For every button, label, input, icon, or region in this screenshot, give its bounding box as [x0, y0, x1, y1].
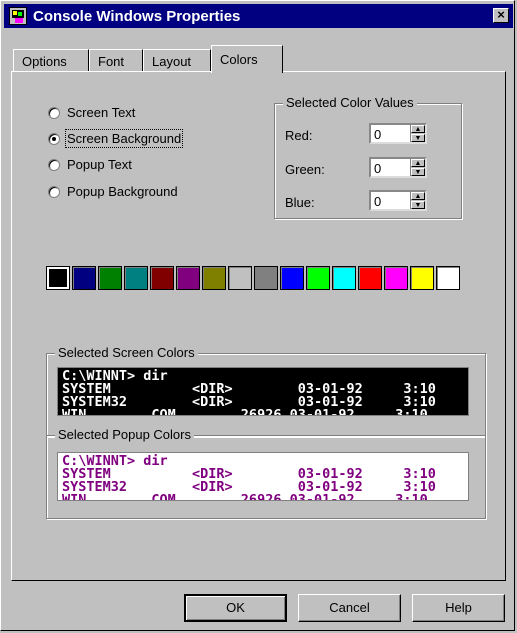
tab-font[interactable]: Font: [89, 49, 143, 71]
cancel-button[interactable]: Cancel: [298, 594, 401, 622]
radio-label: Popup Background: [67, 184, 178, 199]
radio-screen-text[interactable]: Screen Text: [48, 105, 135, 120]
spin-down-arrow-icon[interactable]: ▼: [411, 201, 425, 209]
color-palette: [46, 266, 462, 290]
red-label: Red:: [285, 128, 313, 143]
color-swatch[interactable]: [410, 266, 434, 290]
tab-label: Layout: [152, 54, 192, 69]
tab-label: Font: [98, 54, 125, 69]
help-button[interactable]: Help: [412, 594, 505, 622]
color-swatch[interactable]: [436, 266, 460, 290]
radio-label: Popup Text: [67, 157, 132, 172]
ok-button[interactable]: OK: [184, 594, 287, 622]
color-swatch[interactable]: [358, 266, 382, 290]
group-title: Selected Screen Colors: [55, 345, 198, 360]
green-label: Green:: [285, 162, 325, 177]
radio-indicator[interactable]: [48, 106, 60, 119]
color-swatch[interactable]: [98, 266, 122, 290]
blue-value[interactable]: 0: [374, 194, 381, 209]
tab-label: Options: [22, 54, 67, 69]
blue-label: Blue:: [285, 195, 315, 210]
radio-indicator[interactable]: [48, 185, 60, 198]
popup-colors-preview: C:\WINNT> dir SYSTEM <DIR> 03-01-92 3:10…: [57, 452, 469, 501]
red-spinner[interactable]: 0 ▲ ▼: [369, 123, 427, 144]
radio-label: Screen Background: [64, 129, 184, 148]
color-swatch[interactable]: [124, 266, 148, 290]
close-button[interactable]: ×: [493, 8, 509, 23]
color-swatch[interactable]: [280, 266, 304, 290]
radio-label: Screen Text: [67, 105, 136, 120]
radio-indicator[interactable]: [48, 158, 60, 171]
tab-colors[interactable]: Colors: [211, 45, 283, 73]
color-swatch[interactable]: [202, 266, 226, 290]
color-swatch[interactable]: [306, 266, 330, 290]
spin-down-arrow-icon[interactable]: ▼: [411, 134, 425, 142]
green-spinner[interactable]: 0 ▲ ▼: [369, 157, 427, 178]
color-swatch[interactable]: [46, 266, 70, 290]
radio-popup-text[interactable]: Popup Text: [48, 157, 132, 172]
console-app-icon: [9, 7, 27, 25]
color-swatch[interactable]: [176, 266, 200, 290]
group-title: Selected Popup Colors: [55, 427, 194, 442]
spin-down-arrow-icon[interactable]: ▼: [411, 168, 425, 176]
group-title: Selected Color Values: [283, 95, 417, 110]
screen-colors-preview: C:\WINNT> dir SYSTEM <DIR> 03-01-92 3:10…: [57, 367, 469, 416]
radio-screen-background[interactable]: Screen Background: [48, 129, 184, 148]
color-swatch[interactable]: [254, 266, 278, 290]
color-swatch[interactable]: [72, 266, 96, 290]
green-value[interactable]: 0: [374, 161, 381, 176]
spin-up-arrow-icon[interactable]: ▲: [411, 159, 425, 167]
color-swatch[interactable]: [228, 266, 252, 290]
color-swatch[interactable]: [150, 266, 174, 290]
tab-label: Colors: [220, 52, 258, 67]
tab-options[interactable]: Options: [13, 49, 89, 71]
blue-spinner[interactable]: 0 ▲ ▼: [369, 190, 427, 211]
spin-up-arrow-icon[interactable]: ▲: [411, 192, 425, 200]
window-title: Console Windows Properties: [33, 7, 241, 25]
spin-up-arrow-icon[interactable]: ▲: [411, 125, 425, 133]
close-icon: ×: [497, 7, 505, 22]
color-swatch[interactable]: [384, 266, 408, 290]
title-bar[interactable]: Console Windows Properties ×: [4, 4, 513, 28]
radio-indicator[interactable]: [48, 132, 60, 145]
color-swatch[interactable]: [332, 266, 356, 290]
red-value[interactable]: 0: [374, 127, 381, 142]
radio-popup-background[interactable]: Popup Background: [48, 184, 178, 199]
properties-dialog: Console Windows Properties × Options Fon…: [0, 0, 515, 631]
tab-layout[interactable]: Layout: [143, 49, 211, 71]
